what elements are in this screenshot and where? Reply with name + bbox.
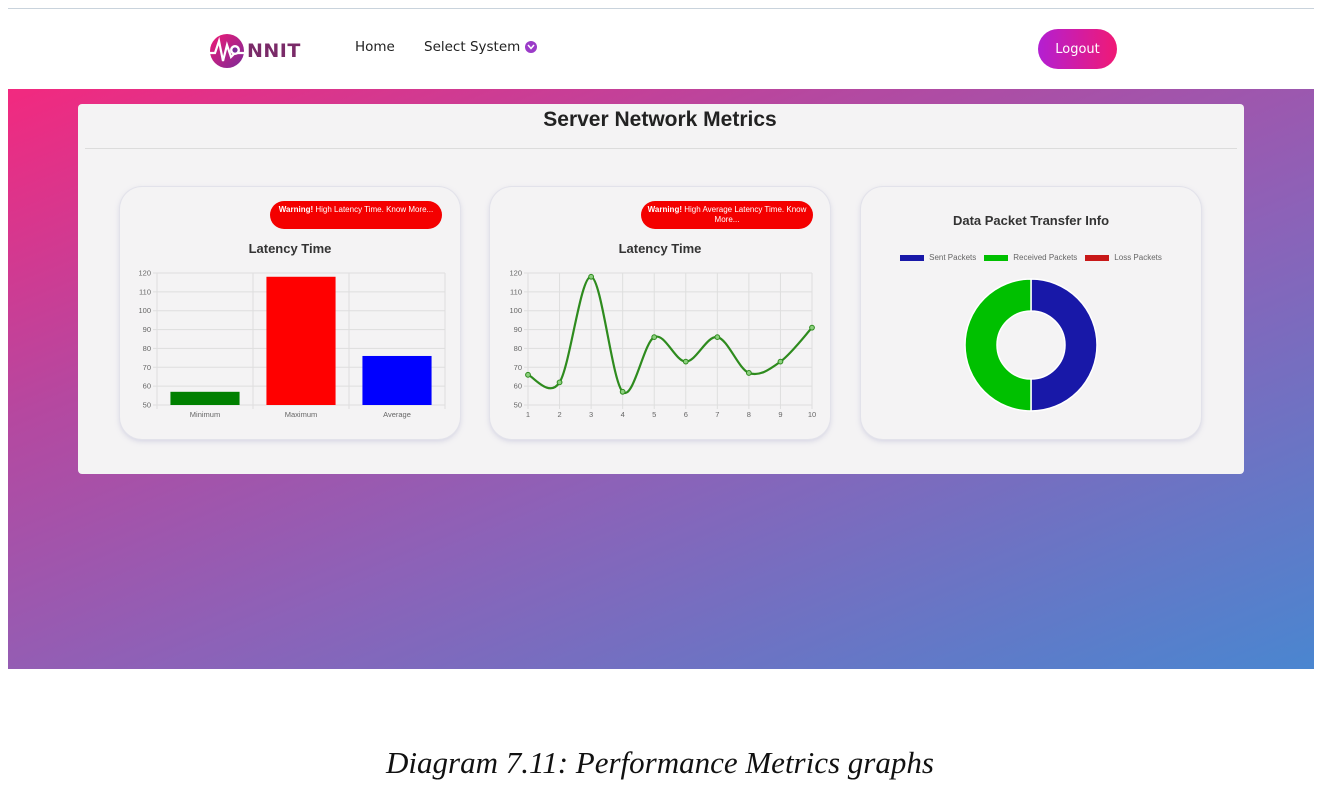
y-tick-label: 60 xyxy=(143,382,151,391)
y-tick-label: 100 xyxy=(138,306,151,315)
y-tick-label: 120 xyxy=(509,269,522,278)
x-tick-label: 6 xyxy=(684,410,688,419)
latency-bar-chart: 50 60 70 80 90 100 110 120 Minimum Maximum Average xyxy=(138,269,446,419)
latency-bar-card: Warning! High Latency Time. Know More...… xyxy=(120,187,460,439)
line-point xyxy=(745,370,752,376)
bar-minimum xyxy=(170,391,240,405)
packet-doughnut-chart xyxy=(964,278,1098,412)
line-point xyxy=(714,334,721,341)
x-tick-label: 7 xyxy=(715,410,719,419)
line-point xyxy=(525,371,531,378)
y-tick-label: 50 xyxy=(514,401,522,410)
line-point xyxy=(619,388,626,395)
bar-average xyxy=(362,355,432,405)
latency-line-chart: 50 60 70 80 90 100 110 120 1 2 3 4 5 6 7 8 9 10 xyxy=(509,269,816,420)
panel-divider xyxy=(85,148,1237,149)
x-tick-label: 1 xyxy=(526,410,530,419)
navbar: NNIT Home Select System Logout xyxy=(8,9,1314,89)
y-tick-label: 70 xyxy=(514,363,522,372)
y-tick-label: 80 xyxy=(514,344,522,353)
line-point xyxy=(682,358,689,365)
x-tick-label: 5 xyxy=(652,410,656,419)
x-tick-label: 3 xyxy=(589,410,593,419)
slice-received-packets xyxy=(964,278,1032,412)
latency-line-card: Warning! High Average Latency Time. Know… xyxy=(490,187,830,439)
y-tick-label: 90 xyxy=(514,325,522,334)
y-tick-label: 100 xyxy=(509,306,522,315)
chevron-down-icon xyxy=(525,41,538,53)
logo[interactable]: NNIT xyxy=(205,31,301,71)
line-point xyxy=(651,334,658,341)
x-tick-label: 2 xyxy=(557,410,561,419)
line-point xyxy=(809,324,815,331)
nav-home-link[interactable]: Home xyxy=(355,39,395,55)
y-tick-label: 90 xyxy=(143,325,151,334)
y-tick-label: 60 xyxy=(514,382,522,391)
packet-transfer-card: Data Packet Transfer Info Sent Packets R… xyxy=(861,187,1201,439)
latency-line-series xyxy=(527,275,813,394)
logo-icon xyxy=(207,34,247,68)
slice-sent-packets xyxy=(1030,278,1098,412)
x-tick-label: Maximum xyxy=(285,410,318,419)
x-tick-label: 4 xyxy=(621,410,625,419)
line-point xyxy=(588,273,595,280)
x-tick-label: 10 xyxy=(808,410,816,419)
y-tick-label: 50 xyxy=(143,401,151,410)
figure-caption: Diagram 7.11: Performance Metrics graphs xyxy=(386,745,934,780)
y-tick-label: 110 xyxy=(139,287,151,296)
x-tick-label: Average xyxy=(383,410,411,419)
logout-button[interactable]: Logout xyxy=(1038,29,1117,69)
y-tick-label: 70 xyxy=(143,363,151,372)
x-tick-label: 8 xyxy=(747,410,751,419)
line-point xyxy=(777,358,784,365)
line-point xyxy=(556,379,563,386)
x-tick-label: 9 xyxy=(778,410,782,419)
logo-text: NNIT xyxy=(247,40,301,62)
x-tick-label: Minimum xyxy=(190,410,220,419)
y-tick-label: 110 xyxy=(510,287,522,296)
y-tick-label: 80 xyxy=(143,344,151,353)
y-tick-label: 120 xyxy=(138,269,151,278)
bar-maximum xyxy=(266,276,336,405)
select-system-label: Select System xyxy=(424,39,521,55)
select-system-dropdown[interactable]: Select System xyxy=(424,39,538,55)
page-title: Server Network Metrics xyxy=(543,108,777,131)
